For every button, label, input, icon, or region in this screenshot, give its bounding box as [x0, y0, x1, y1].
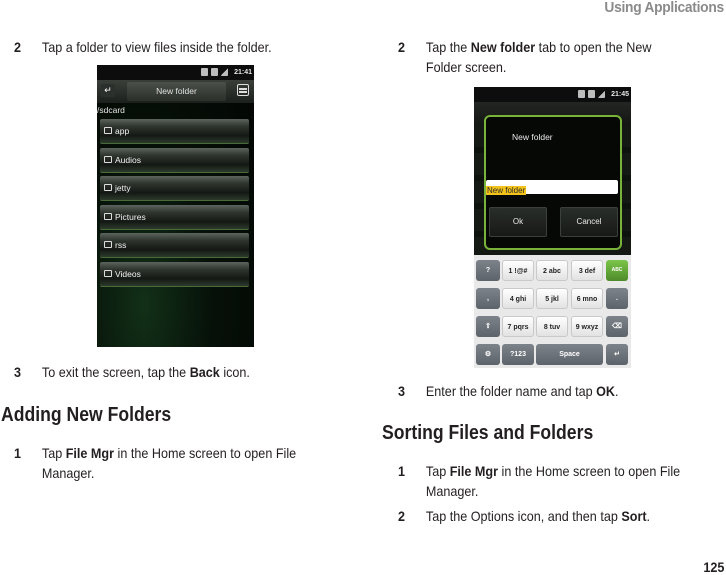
step-number: 2	[14, 39, 22, 55]
step-text: Tap File Mgr in the Home screen to open …	[425, 463, 681, 499]
battery-icon	[211, 68, 218, 76]
enter-key[interactable]: ↵	[606, 344, 628, 365]
symbols-key[interactable]: ?123	[502, 344, 534, 365]
step-text: Tap the Options icon, and then tap Sort.	[425, 508, 651, 524]
step-text: Tap a folder to view files inside the fo…	[41, 39, 272, 55]
key-2[interactable]: 2 abc	[536, 260, 568, 281]
key-comma[interactable]: ,	[476, 288, 500, 309]
key-5[interactable]: 5 jkl	[536, 288, 568, 309]
folder-name-input[interactable]: New folder	[486, 180, 618, 195]
key-7[interactable]: 7 pqrs	[502, 316, 534, 337]
folder-name: jetty	[115, 183, 131, 193]
new-folder-dialog-screenshot: 21:45 New folder New folder Ok Cancel ? …	[474, 87, 631, 368]
delete-key[interactable]: ⌫	[606, 316, 628, 337]
folder-icon	[104, 213, 112, 221]
new-folder-tab[interactable]: New folder	[127, 82, 226, 101]
dialog-title: New folder	[512, 132, 553, 142]
section-heading: Adding New Folders	[1, 404, 172, 426]
step-number: 3	[14, 364, 22, 380]
key-period[interactable]: .	[606, 288, 628, 309]
menu-icon[interactable]	[237, 84, 249, 96]
step-text: Enter the folder name and tap OK.	[425, 383, 619, 399]
new-folder-dialog: New folder New folder Ok Cancel	[484, 115, 622, 250]
folder-name: Pictures	[115, 212, 146, 222]
key-1[interactable]: 1 !@#	[502, 260, 534, 281]
key-9[interactable]: 9 wxyz	[571, 316, 603, 337]
folder-item[interactable]: rss	[100, 233, 249, 258]
ok-button[interactable]: Ok	[489, 207, 547, 237]
key-3[interactable]: 3 def	[571, 260, 603, 281]
battery-icon	[588, 90, 595, 98]
folder-item[interactable]: app	[100, 119, 249, 144]
space-key[interactable]: Space	[536, 344, 603, 365]
step-number: 3	[398, 383, 406, 399]
step-number: 1	[398, 463, 406, 479]
folder-name: rss	[115, 240, 127, 250]
key-8[interactable]: 8 tuv	[536, 316, 568, 337]
running-head: Using Applications	[604, 0, 725, 16]
step-number: 2	[398, 39, 406, 55]
settings-key[interactable]: ⚙	[476, 344, 500, 365]
notification-icon	[201, 68, 208, 76]
step-text: To exit the screen, tap the Back icon.	[41, 364, 250, 380]
step-number: 1	[14, 445, 22, 461]
current-path: /sdcard	[97, 105, 125, 115]
step-number: 2	[398, 508, 406, 524]
folder-icon	[104, 270, 112, 278]
folder-item[interactable]: jetty	[100, 176, 249, 201]
folder-name: Videos	[115, 269, 141, 279]
signal-icon	[598, 90, 605, 98]
key-4[interactable]: 4 ghi	[502, 288, 534, 309]
folder-item[interactable]: Videos	[100, 262, 249, 287]
folder-icon	[104, 241, 112, 249]
soft-keyboard: ? 1 !@# 2 abc 3 def ABC , 4 ghi 5 jkl 6 …	[474, 255, 631, 368]
file-manager-screenshot: 21:41 ↵ New folder /sdcard app Audios je…	[97, 65, 254, 347]
notification-icon	[578, 90, 585, 98]
input-value: New folder	[486, 186, 527, 195]
title-bar: ↵ New folder	[97, 80, 254, 103]
cancel-button[interactable]: Cancel	[560, 207, 618, 237]
section-heading: Sorting Files and Folders	[382, 422, 594, 444]
folder-icon	[104, 156, 112, 164]
key-abc-mode[interactable]: ABC	[606, 260, 628, 281]
key-6[interactable]: 6 mno	[571, 288, 603, 309]
step-text: Tap File Mgr in the Home screen to open …	[41, 445, 297, 481]
folder-icon	[104, 184, 112, 192]
status-bar: 21:45	[474, 87, 631, 102]
folder-name: app	[115, 126, 130, 136]
status-time: 21:41	[234, 69, 252, 76]
status-time: 21:45	[611, 91, 629, 98]
shift-key[interactable]: ⇧	[476, 316, 500, 337]
folder-item[interactable]: Pictures	[100, 205, 249, 230]
key-question[interactable]: ?	[476, 260, 500, 281]
back-icon[interactable]: ↵	[101, 84, 115, 97]
folder-icon	[104, 127, 112, 135]
folder-item[interactable]: Audios	[100, 148, 249, 173]
step-text: Tap the New folder tab to open the New Fo…	[425, 39, 652, 75]
folder-name: Audios	[115, 155, 141, 165]
status-bar: 21:41	[97, 65, 254, 80]
signal-icon	[221, 68, 228, 76]
